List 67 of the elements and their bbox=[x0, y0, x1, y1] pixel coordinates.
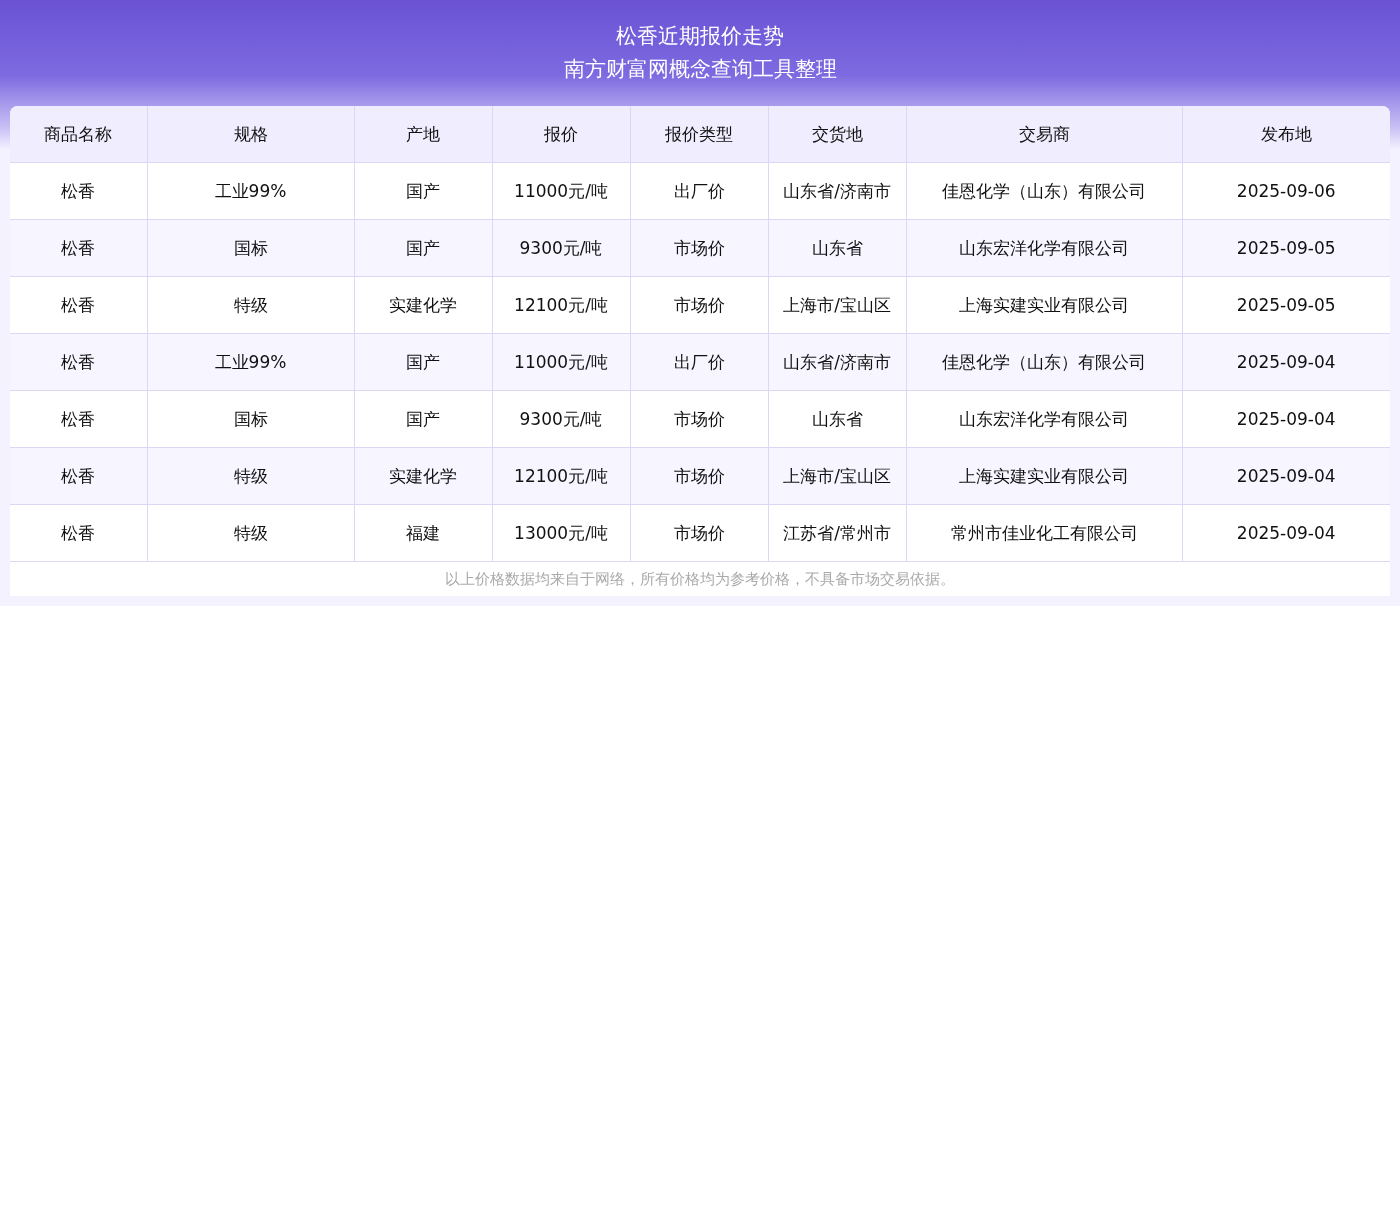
table-cell: 2025-09-06 bbox=[1182, 162, 1390, 220]
column-header: 规格 bbox=[147, 106, 354, 163]
column-header: 报价 bbox=[492, 106, 630, 163]
table-cell: 市场价 bbox=[630, 219, 768, 277]
table-cell: 9300元/吨 bbox=[492, 219, 630, 277]
table-cell: 实建化学 bbox=[354, 447, 492, 505]
table-cell: 松香 bbox=[10, 390, 147, 448]
table-cell: 2025-09-04 bbox=[1182, 504, 1390, 562]
table-cell: 11000元/吨 bbox=[492, 162, 630, 220]
table-cell: 上海实建实业有限公司 bbox=[906, 276, 1182, 334]
table-cell: 国产 bbox=[354, 219, 492, 277]
page-title: 松香近期报价走势 bbox=[615, 23, 785, 50]
table-cell: 江苏省/常州市 bbox=[768, 504, 906, 562]
table-cell: 佳恩化学（山东）有限公司 bbox=[906, 333, 1182, 391]
table-cell: 国产 bbox=[354, 162, 492, 220]
table-cell: 工业99% bbox=[147, 333, 354, 391]
table-cell: 山东宏洋化学有限公司 bbox=[906, 219, 1182, 277]
table-cell: 松香 bbox=[10, 276, 147, 334]
table-cell: 2025-09-04 bbox=[1182, 447, 1390, 505]
table-cell: 山东省/济南市 bbox=[768, 162, 906, 220]
table-cell: 福建 bbox=[354, 504, 492, 562]
column-header: 产地 bbox=[354, 106, 492, 163]
column-header: 商品名称 bbox=[10, 106, 147, 163]
table-cell: 松香 bbox=[10, 504, 147, 562]
table-cell: 出厂价 bbox=[630, 162, 768, 220]
table-cell: 上海实建实业有限公司 bbox=[906, 447, 1182, 505]
table-cell: 2025-09-05 bbox=[1182, 276, 1390, 334]
table-cell: 12100元/吨 bbox=[492, 447, 630, 505]
table-cell: 国标 bbox=[147, 390, 354, 448]
column-header: 发布地 bbox=[1182, 106, 1390, 163]
column-header: 报价类型 bbox=[630, 106, 768, 163]
table-cell: 松香 bbox=[10, 219, 147, 277]
table-cell: 松香 bbox=[10, 162, 147, 220]
table-cell: 上海市/宝山区 bbox=[768, 276, 906, 334]
table-cell: 实建化学 bbox=[354, 276, 492, 334]
table-cell: 2025-09-04 bbox=[1182, 390, 1390, 448]
table-cell: 市场价 bbox=[630, 504, 768, 562]
table-cell: 上海市/宝山区 bbox=[768, 447, 906, 505]
table-cell: 国产 bbox=[354, 390, 492, 448]
table-cell: 特级 bbox=[147, 504, 354, 562]
page-subtitle: 南方财富网概念查询工具整理 bbox=[562, 56, 838, 83]
table-cell: 山东省/济南市 bbox=[768, 333, 906, 391]
table-cell: 山东省 bbox=[768, 390, 906, 448]
table-cell: 松香 bbox=[10, 447, 147, 505]
column-header: 交货地 bbox=[768, 106, 906, 163]
disclaimer-note: 以上价格数据均来自于网络，所有价格均为参考价格，不具备市场交易依据。 bbox=[10, 562, 1390, 596]
table-cell: 佳恩化学（山东）有限公司 bbox=[906, 162, 1182, 220]
table-cell: 特级 bbox=[147, 447, 354, 505]
table-cell: 9300元/吨 bbox=[492, 390, 630, 448]
table-cell: 国标 bbox=[147, 219, 354, 277]
table-cell: 2025-09-05 bbox=[1182, 219, 1390, 277]
table-cell: 2025-09-04 bbox=[1182, 333, 1390, 391]
table-cell: 常州市佳业化工有限公司 bbox=[906, 504, 1182, 562]
table-cell: 市场价 bbox=[630, 447, 768, 505]
table-cell: 市场价 bbox=[630, 276, 768, 334]
table-cell: 13000元/吨 bbox=[492, 504, 630, 562]
table-cell: 特级 bbox=[147, 276, 354, 334]
table-cell: 11000元/吨 bbox=[492, 333, 630, 391]
table-cell: 松香 bbox=[10, 333, 147, 391]
table-cell: 出厂价 bbox=[630, 333, 768, 391]
table-cell: 市场价 bbox=[630, 390, 768, 448]
table-cell: 山东省 bbox=[768, 219, 906, 277]
table-cell: 国产 bbox=[354, 333, 492, 391]
table-cell: 山东宏洋化学有限公司 bbox=[906, 390, 1182, 448]
table-cell: 工业99% bbox=[147, 162, 354, 220]
column-header: 交易商 bbox=[906, 106, 1182, 163]
table-cell: 12100元/吨 bbox=[492, 276, 630, 334]
